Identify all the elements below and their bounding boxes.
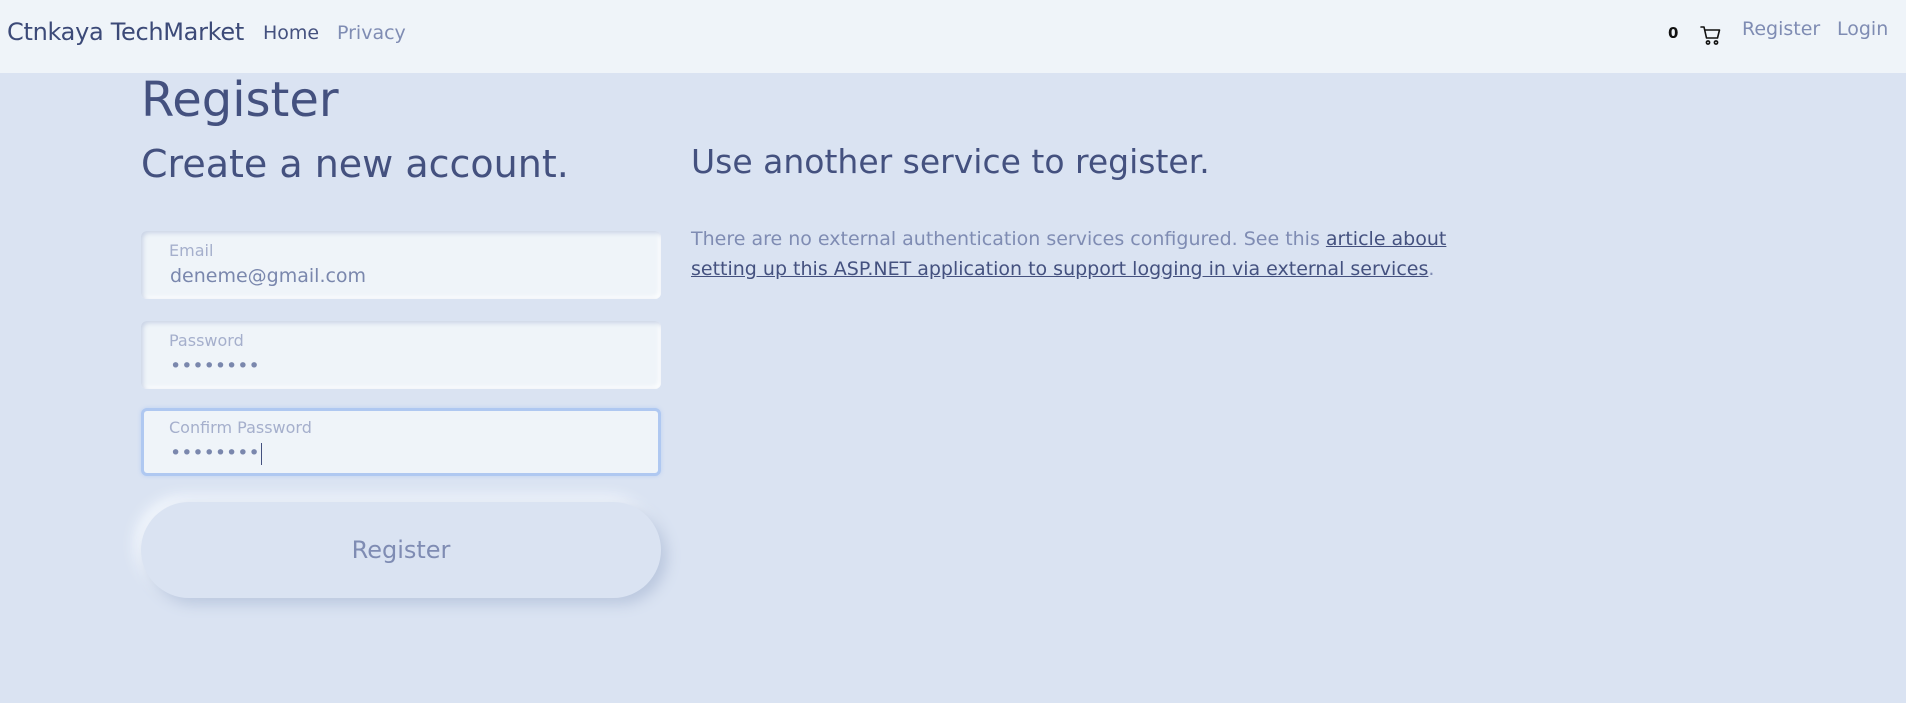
password-field[interactable]: Password •••••••• [141,321,661,389]
confirm-password-label: Confirm Password [169,418,312,437]
external-text-after: . [1428,258,1435,280]
email-field[interactable]: Email deneme@gmail.com [141,231,661,299]
cart-icon[interactable] [1700,24,1722,46]
text-caret [260,442,262,465]
nav-login-link[interactable]: Login [1837,18,1888,40]
external-services-text: There are no external authentication ser… [691,224,1491,284]
email-label: Email [169,241,214,260]
nav-home-link[interactable]: Home [263,22,319,44]
cart-count-badge: 0 [1668,24,1679,42]
confirm-password-input-value[interactable]: •••••••• [170,442,262,465]
page-title: Register [141,72,339,128]
confirm-password-text: •••••••• [170,442,260,464]
nav-register-link[interactable]: Register [1742,18,1820,40]
external-services-heading: Use another service to register. [691,142,1210,181]
external-text-before: There are no external authentication ser… [691,228,1326,250]
password-input-value[interactable]: •••••••• [170,355,260,377]
brand-link[interactable]: Ctnkaya TechMarket [7,18,244,46]
nav-privacy-link[interactable]: Privacy [337,22,406,44]
password-label: Password [169,331,244,350]
navbar: Ctnkaya TechMarket Home Privacy 0 Regist… [0,0,1906,73]
form-heading: Create a new account. [141,142,569,186]
email-input-value[interactable]: deneme@gmail.com [170,265,366,287]
register-button[interactable]: Register [141,502,661,598]
confirm-password-field[interactable]: Confirm Password •••••••• [141,408,661,476]
